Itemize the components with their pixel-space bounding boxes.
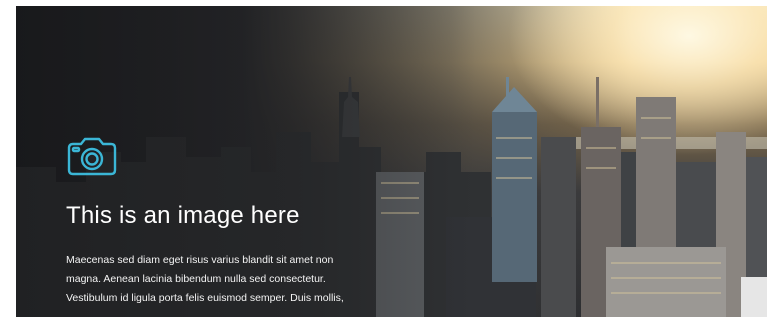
hero-description-line: Maecenas sed diam eget risus varius blan… <box>66 254 334 266</box>
hero-description-line: magna. Aenean lacinia bibendum nulla sed… <box>66 273 326 285</box>
hero-description: Maecenas sed diam eget risus varius blan… <box>66 251 396 308</box>
hero-description-line: Vestibulum id ligula porta felis euismod… <box>66 292 344 304</box>
hero-title: This is an image here <box>66 202 300 229</box>
hero-banner: This is an image here Maecenas sed diam … <box>16 6 767 317</box>
camera-icon <box>67 137 117 176</box>
